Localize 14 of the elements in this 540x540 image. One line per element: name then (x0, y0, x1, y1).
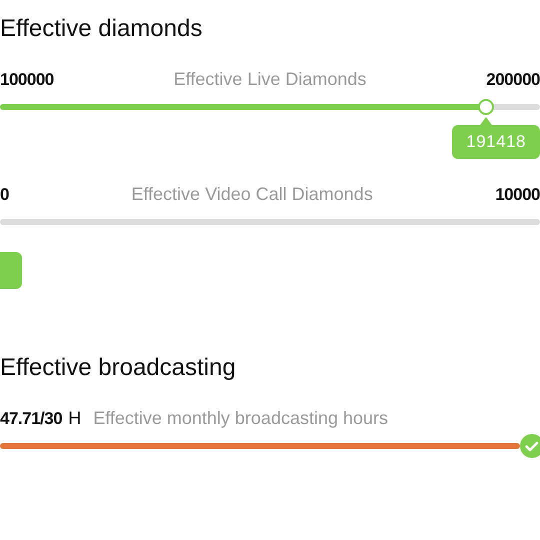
max-value: 200000 (486, 69, 540, 91)
bar-label: Effective Live Diamonds (174, 68, 366, 91)
hours-value: 47.71/30 (0, 408, 62, 430)
section-title: Effective diamonds (0, 14, 204, 44)
action-button[interactable] (0, 252, 22, 289)
value-tooltip: 191418 (452, 117, 540, 159)
slider-thumb[interactable] (478, 99, 494, 115)
section-title: Effective broadcasting (0, 353, 237, 383)
max-value: 10000 (495, 184, 540, 206)
bar-label: Effective Video Call Diamonds (131, 183, 373, 206)
min-value: 100000 (0, 69, 54, 91)
min-value: 0 (0, 184, 9, 206)
hours-unit: H (68, 407, 82, 430)
bar-label: Effective monthly broadcasting hours (93, 407, 388, 430)
